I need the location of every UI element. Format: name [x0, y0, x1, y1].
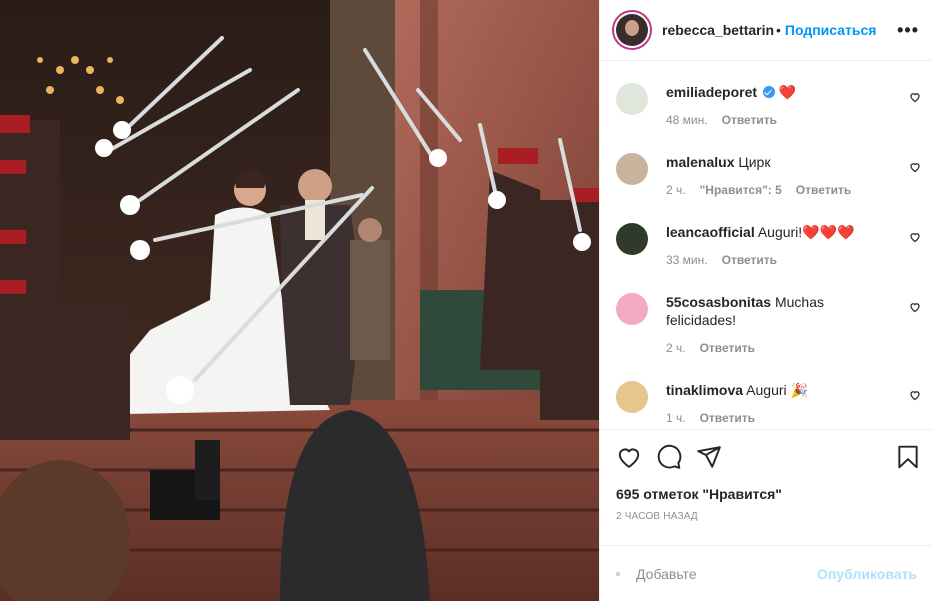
comment-likes-count[interactable]: "Нравится": 5 [700, 183, 782, 197]
comment-item: leancaofficial Auguri!❤️❤️❤️ 33 мин. Отв… [616, 223, 921, 267]
comment-composer: Опубликовать [600, 545, 933, 601]
commenter-username[interactable]: tinaklimova [666, 382, 743, 398]
post-actions: 695 отметок "Нравится" 2 ЧАСОВ НАЗАД [600, 429, 933, 545]
comment-like-heart-icon[interactable] [909, 91, 921, 103]
comment-item: emiliadeporet ❤️ 48 мин. Ответить [616, 83, 921, 127]
follow-button[interactable]: Подписаться [785, 22, 877, 38]
reply-button[interactable]: Ответить [722, 253, 777, 267]
comment-time[interactable]: 33 мин. [666, 253, 708, 267]
comment-like-heart-icon[interactable] [909, 301, 921, 313]
comment-text: ❤️ [778, 84, 797, 100]
commenter-avatar[interactable] [616, 223, 648, 255]
author-avatar-image [616, 14, 648, 46]
comments-list: emiliadeporet ❤️ 48 мин. Ответить malena… [600, 61, 933, 429]
post-timestamp[interactable]: 2 ЧАСОВ НАЗАД [616, 511, 698, 522]
commenter-username[interactable]: malenalux [666, 154, 734, 170]
reply-button[interactable]: Ответить [700, 411, 755, 425]
commenter-username[interactable]: leancaofficial [666, 224, 755, 240]
comment-text: Цирк [738, 154, 771, 170]
commenter-avatar[interactable] [616, 153, 648, 185]
commenter-avatar[interactable] [616, 83, 648, 115]
action-icons-row [616, 444, 921, 470]
comment-item: 55cosasbonitas Muchas felicidades! 2 ч. … [616, 293, 921, 355]
commenter-username[interactable]: 55cosasbonitas [666, 294, 771, 310]
wedding-photo-illustration [0, 0, 599, 601]
comment-input[interactable] [636, 565, 818, 582]
likes-count[interactable]: 695 отметок "Нравится" [616, 486, 782, 502]
comment-like-heart-icon[interactable] [909, 161, 921, 173]
paper-plane-icon[interactable] [696, 444, 722, 470]
post-sidebar: rebecca_bettarini • Подписаться ••• emil… [599, 0, 933, 601]
commenter-username[interactable]: emiliadeporet [666, 84, 757, 100]
header-separator: • [776, 22, 781, 38]
reply-button[interactable]: Ответить [796, 183, 851, 197]
comment-text: Auguri 🎉 [746, 382, 808, 398]
author-avatar[interactable] [612, 10, 652, 50]
instagram-post: rebecca_bettarini • Подписаться ••• emil… [0, 0, 933, 601]
more-horizontal-icon[interactable]: ••• [897, 21, 919, 39]
verified-badge-icon [762, 86, 775, 98]
commenter-avatar[interactable] [616, 293, 648, 325]
post-header: rebecca_bettarini • Подписаться ••• [600, 0, 933, 61]
heart-outline-icon[interactable] [616, 444, 642, 470]
publish-button[interactable]: Опубликовать [817, 566, 917, 582]
comment-text: Auguri!❤️❤️❤️ [757, 224, 855, 240]
comment-time[interactable]: 1 ч. [666, 411, 686, 425]
reply-button[interactable]: Ответить [722, 113, 777, 127]
comment-item: tinaklimova Auguri 🎉 1 ч. Ответить [616, 381, 921, 425]
comment-time[interactable]: 2 ч. [666, 341, 686, 355]
comment-time[interactable]: 2 ч. [666, 183, 686, 197]
bookmark-icon[interactable] [895, 444, 921, 470]
smiley-icon[interactable] [616, 562, 620, 586]
author-username[interactable]: rebecca_bettarini [662, 22, 774, 38]
comment-like-heart-icon[interactable] [909, 231, 921, 243]
comment-bubble-icon[interactable] [656, 444, 682, 470]
comment-time[interactable]: 48 мин. [666, 113, 708, 127]
comment-item: malenalux Цирк 2 ч. "Нравится": 5 Ответи… [616, 153, 921, 197]
commenter-avatar[interactable] [616, 381, 648, 413]
reply-button[interactable]: Ответить [700, 341, 755, 355]
post-photo[interactable] [0, 0, 599, 601]
comment-like-heart-icon[interactable] [909, 389, 921, 401]
